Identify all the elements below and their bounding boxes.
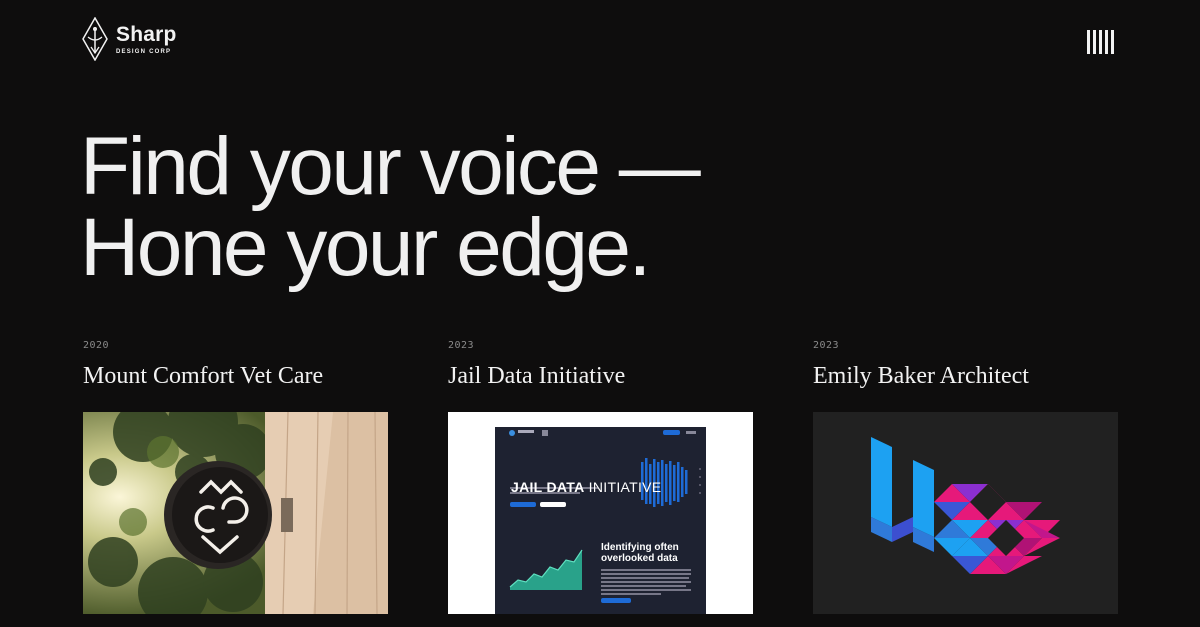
project-card-vet-care[interactable]: 2020 Mount Comfort Vet Care <box>83 340 388 614</box>
brand-logo[interactable]: Sharp DESIGN CORP <box>82 17 177 61</box>
project-title[interactable]: Jail Data Initiative <box>448 363 753 390</box>
project-title[interactable]: Emily Baker Architect <box>813 363 1118 390</box>
geometric-logo[interactable] <box>813 412 1118 614</box>
project-year: 2023 <box>448 340 475 351</box>
project-card-emily-baker[interactable]: 2023 Emily Baker Architect <box>813 340 1118 614</box>
hero-headline: Find your voice — Hone your edge. <box>80 121 701 293</box>
hero-line-2: Hone your edge. <box>80 202 651 293</box>
mockup-heading-light: INITIATIVE <box>584 479 662 495</box>
diamond-emblem-icon <box>82 17 108 61</box>
project-year: 2023 <box>813 340 840 351</box>
mockup-heading: JAIL DATA INITIATIVE <box>511 479 661 495</box>
brand-tagline: DESIGN CORP <box>116 48 172 55</box>
vet-sign-photo[interactable] <box>83 412 388 614</box>
menu-bars-icon[interactable] <box>1087 30 1117 54</box>
mockup-subheading: Identifying often overlooked data <box>601 542 679 564</box>
mockup-heading-bold: JAIL DATA <box>511 479 585 495</box>
project-year: 2020 <box>83 340 110 351</box>
website-mockup[interactable]: JAIL DATA INITIATIVE Identifying often o… <box>448 412 753 614</box>
hero-line-1: Find your voice — <box>80 121 701 212</box>
project-card-jail-data[interactable]: 2023 Jail Data Initiative JAIL DATA INIT… <box>448 340 753 614</box>
brand-name: Sharp <box>116 22 177 46</box>
project-title[interactable]: Mount Comfort Vet Care <box>83 363 388 390</box>
